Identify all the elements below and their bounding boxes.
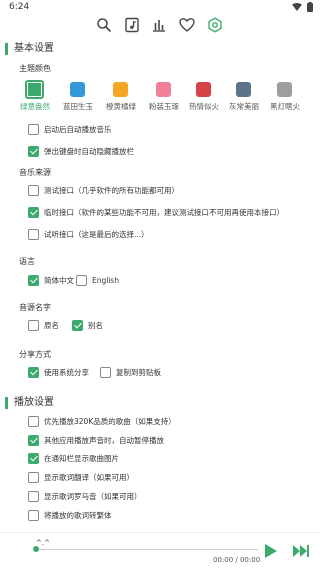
play-icon[interactable] xyxy=(264,543,278,559)
section-accent-bar xyxy=(5,397,8,409)
checkbox-label: 将播放的歌词转繁体 xyxy=(44,511,112,520)
checkbox-label: English xyxy=(92,276,120,285)
checkbox-label: 测试接口（几乎软件的所有功能都可用） xyxy=(44,186,179,195)
checkbox-label: 简体中文 xyxy=(44,276,74,285)
checkbox-label: 使用系统分享 xyxy=(44,368,89,377)
checkbox-unchecked[interactable] xyxy=(28,472,39,483)
checkbox-label: 弹出键盘时自动隐藏播放栏 xyxy=(44,147,134,156)
theme-color-label: 绿意盎然 xyxy=(20,102,50,111)
checkbox-label: 其他应用播放声音时，自动暂停播放 xyxy=(44,436,164,445)
section-accent-bar xyxy=(5,43,8,55)
progress-track[interactable] xyxy=(36,549,258,550)
checkbox-checked[interactable] xyxy=(28,275,39,286)
checkbox-unchecked[interactable] xyxy=(28,320,39,331)
checkbox-unchecked[interactable] xyxy=(28,491,39,502)
battery-icon xyxy=(307,2,313,12)
theme-color-swatch xyxy=(196,82,211,97)
music-file-icon[interactable] xyxy=(124,17,140,33)
theme-color-swatch xyxy=(113,82,128,97)
player-song-title: ^.^ xyxy=(36,539,50,547)
music-source-label: 音乐来源 xyxy=(19,168,51,177)
checkbox-label: 临时接口（软件的某些功能不可用，建议测试接口不可用再使用本接口） xyxy=(44,208,284,217)
share-method-label: 分享方式 xyxy=(19,350,51,359)
checkbox-label: 复制到剪贴板 xyxy=(116,368,161,377)
next-track-icon[interactable] xyxy=(292,544,310,558)
theme-color-option[interactable]: 热情似火 xyxy=(185,82,223,112)
checkbox-label: 优先播放320K品质的歌曲（如果支持） xyxy=(44,417,176,426)
checkbox-label: 试听接口（这是最后的选择...） xyxy=(44,230,149,239)
theme-color-swatch xyxy=(25,80,44,99)
theme-color-label: 主题颜色 xyxy=(19,64,51,73)
checkbox-unchecked[interactable] xyxy=(76,275,87,286)
theme-color-option[interactable]: 灰常美丽 xyxy=(225,82,263,112)
progress-handle[interactable] xyxy=(33,546,39,552)
checkbox-checked[interactable] xyxy=(28,367,39,378)
checkbox-label: 在通知栏显示歌曲图片 xyxy=(44,454,119,463)
theme-color-label: 灰常美丽 xyxy=(229,102,259,111)
checkbox-label: 原名 xyxy=(44,321,59,330)
status-time: 6:24 xyxy=(9,2,30,12)
checkbox-unchecked[interactable] xyxy=(28,185,39,196)
player-bar: ^.^ 00:00 / 00:00 xyxy=(0,532,320,568)
checkbox-unchecked[interactable] xyxy=(100,367,111,378)
checkbox-checked[interactable] xyxy=(28,453,39,464)
theme-color-label: 粉装玉琢 xyxy=(149,102,179,111)
theme-color-swatch xyxy=(236,82,251,97)
theme-color-option[interactable]: 蓝田生玉 xyxy=(59,82,97,112)
chart-icon[interactable] xyxy=(151,17,167,33)
checkbox-unchecked[interactable] xyxy=(28,229,39,240)
checkbox-label: 显示歌词翻译（如果可用） xyxy=(44,473,134,482)
settings-icon[interactable] xyxy=(207,17,223,33)
checkbox-checked[interactable] xyxy=(28,435,39,446)
theme-color-label: 蓝田生玉 xyxy=(63,102,93,111)
checkbox-checked[interactable] xyxy=(28,146,39,157)
theme-color-swatch xyxy=(156,82,171,97)
playback-settings-header: 播放设置 xyxy=(4,396,304,412)
source-name-label: 音源名字 xyxy=(19,303,51,312)
theme-color-label: 热情似火 xyxy=(189,102,219,111)
theme-color-label: 黑灯瞎火 xyxy=(270,102,300,111)
basic-settings-header: 基本设置 xyxy=(4,42,304,58)
checkbox-unchecked[interactable] xyxy=(28,416,39,427)
theme-color-option[interactable]: 绿意盎然 xyxy=(16,80,54,112)
player-time: 00:00 / 00:00 xyxy=(213,556,261,564)
checkbox-unchecked[interactable] xyxy=(28,510,39,521)
checkbox-label: 启动后自动播放音乐 xyxy=(44,125,112,134)
status-bar: 6:24 xyxy=(0,0,320,14)
heart-icon[interactable] xyxy=(179,17,195,33)
checkbox-checked[interactable] xyxy=(28,207,39,218)
theme-color-swatch xyxy=(70,82,85,97)
checkbox-unchecked[interactable] xyxy=(28,124,39,135)
top-nav xyxy=(0,14,320,36)
checkbox-label: 显示歌词罗马音（如果可用） xyxy=(44,492,142,501)
theme-color-label: 橙黄橘绿 xyxy=(106,102,136,111)
search-icon[interactable] xyxy=(96,17,112,33)
theme-color-option[interactable]: 黑灯瞎火 xyxy=(266,82,304,112)
section-title: 基本设置 xyxy=(14,43,54,54)
wifi-icon xyxy=(292,3,302,11)
theme-color-option[interactable]: 橙黄橘绿 xyxy=(102,82,140,112)
section-title: 播放设置 xyxy=(14,397,54,408)
theme-color-swatch xyxy=(277,82,292,97)
theme-color-option[interactable]: 粉装玉琢 xyxy=(145,82,183,112)
checkbox-checked[interactable] xyxy=(72,320,83,331)
checkbox-label: 别名 xyxy=(88,321,103,330)
language-label: 语言 xyxy=(19,257,35,266)
